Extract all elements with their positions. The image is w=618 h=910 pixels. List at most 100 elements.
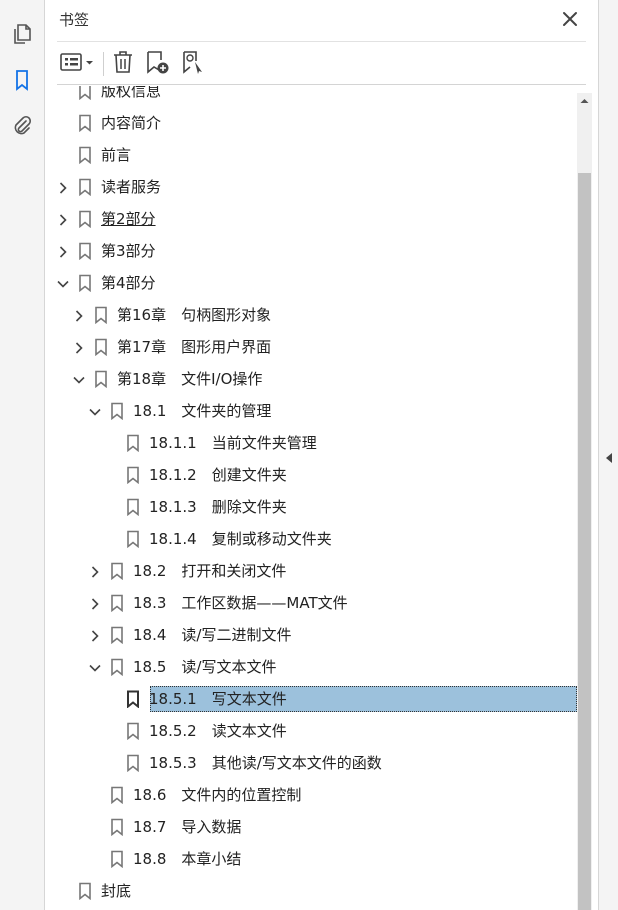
bookmark-icon (94, 370, 108, 389)
bookmark-label[interactable]: 18.6 文件内的位置控制 (133, 785, 301, 805)
bookmark-row[interactable]: 18.1.2 创建文件夹 (45, 459, 578, 491)
panel-collapse-strip (598, 0, 618, 910)
bookmark-from-selection-button[interactable] (181, 50, 207, 78)
bookmark-row[interactable]: 18.2 打开和关闭文件 (45, 555, 578, 587)
bookmark-row[interactable]: 18.1.3 删除文件夹 (45, 491, 578, 523)
bookmark-icon (78, 146, 92, 165)
bookmark-label[interactable]: 第18章 文件I/O操作 (117, 369, 262, 389)
bookmark-label[interactable]: 版权信息 (101, 86, 161, 101)
bookmark-label[interactable]: 18.4 读/写二进制文件 (133, 625, 291, 645)
bookmark-label[interactable]: 18.8 本章小结 (133, 849, 241, 869)
trash-icon (111, 48, 135, 80)
chevron-right-icon[interactable] (72, 340, 86, 354)
bookmark-label[interactable]: 第16章 句柄图形对象 (117, 305, 271, 325)
bookmark-tree: 版权信息内容简介前言读者服务第2部分第3部分第4部分第16章 句柄图形对象 第17… (45, 86, 578, 910)
bookmark-label[interactable]: 18.5.3 其他读/写文本文件的函数 (149, 753, 382, 773)
bookmark-row[interactable]: 18.1 文件夹的管理 (45, 395, 578, 427)
chevron-right-icon[interactable] (56, 244, 70, 258)
chevron-right-icon[interactable] (88, 596, 102, 610)
bookmark-icon (110, 850, 124, 869)
close-icon[interactable] (560, 9, 580, 29)
chevron-right-icon[interactable] (56, 180, 70, 194)
panel-title: 书签 (59, 11, 90, 29)
bookmark-label[interactable]: 内容简介 (101, 113, 161, 133)
bookmark-row[interactable]: 18.7 导入数据 (45, 811, 578, 843)
bookmark-row[interactable]: 18.5.3 其他读/写文本文件的函数 (45, 747, 578, 779)
bookmark-label[interactable]: 第2部分 (101, 209, 156, 229)
bookmark-row[interactable]: 18.6 文件内的位置控制 (45, 779, 578, 811)
bookmark-row[interactable]: 第18章 文件I/O操作 (45, 363, 578, 395)
bookmark-label[interactable]: 18.5 读/写文本文件 (133, 657, 276, 677)
bookmark-label[interactable]: 18.5.1 写文本文件 (149, 689, 287, 709)
bookmark-row[interactable]: 18.5.1 写文本文件 (45, 683, 578, 715)
bookmark-row[interactable]: 第4部分 (45, 267, 578, 299)
bookmark-row[interactable]: 读者服务 (45, 171, 578, 203)
bookmark-icon (78, 210, 92, 229)
pages-icon[interactable] (10, 22, 34, 46)
chevron-down-icon[interactable] (88, 404, 102, 418)
toolbar-divider (57, 84, 586, 85)
bookmark-row[interactable]: 版权信息 (45, 86, 578, 107)
bookmark-row[interactable]: 18.4 读/写二进制文件 (45, 619, 578, 651)
chevron-down-icon[interactable] (56, 276, 70, 290)
chevron-right-icon[interactable] (88, 564, 102, 578)
delete-bookmark-button[interactable] (111, 50, 135, 78)
bookmark-icon (126, 498, 140, 517)
bookmark-row[interactable]: 18.1.1 当前文件夹管理 (45, 427, 578, 459)
bookmark-label[interactable]: 18.7 导入数据 (133, 817, 241, 837)
bookmark-label[interactable]: 18.1.1 当前文件夹管理 (149, 433, 317, 453)
bookmark-icon (78, 114, 92, 133)
bookmark-label[interactable]: 18.3 工作区数据——MAT文件 (133, 593, 348, 613)
bookmark-from-selection-icon (181, 48, 207, 80)
bookmark-label[interactable]: 第4部分 (101, 273, 156, 293)
bookmark-label[interactable]: 18.1 文件夹的管理 (133, 401, 271, 421)
scrollbar-thumb[interactable] (578, 173, 591, 910)
bookmark-label[interactable]: 18.1.2 创建文件夹 (149, 465, 287, 485)
bookmark-row[interactable]: 18.5.2 读文本文件 (45, 715, 578, 747)
bookmark-label[interactable]: 封底 (101, 881, 131, 901)
chevron-down-icon[interactable] (88, 660, 102, 674)
bookmark-icon (126, 690, 140, 709)
bookmark-label[interactable]: 18.1.3 删除文件夹 (149, 497, 287, 517)
bookmark-label[interactable]: 第3部分 (101, 241, 156, 261)
bookmark-icon (126, 466, 140, 485)
bookmark-label[interactable]: 18.5.2 读文本文件 (149, 721, 287, 741)
bookmark-label[interactable]: 前言 (101, 145, 131, 165)
list-options-icon (59, 48, 97, 80)
bookmark-icon (78, 274, 92, 293)
bookmark-icon (110, 818, 124, 837)
chevron-right-icon[interactable] (56, 212, 70, 226)
bookmark-row[interactable]: 18.1.4 复制或移动文件夹 (45, 523, 578, 555)
bookmark-row[interactable]: 18.5 读/写文本文件 (45, 651, 578, 683)
bookmark-icon (110, 402, 124, 421)
bookmark-icon (78, 242, 92, 261)
bookmark-row[interactable]: 第2部分 (45, 203, 578, 235)
bookmark-row[interactable]: 内容简介 (45, 107, 578, 139)
bookmark-row[interactable]: 封底 (45, 875, 578, 907)
bookmark-row[interactable]: 第17章 图形用户界面 (45, 331, 578, 363)
collapse-panel-arrow-icon[interactable] (604, 450, 614, 464)
chevron-right-icon[interactable] (88, 628, 102, 642)
bookmark-icon (126, 434, 140, 453)
new-bookmark-button[interactable] (145, 50, 171, 78)
bookmark-label[interactable]: 18.1.4 复制或移动文件夹 (149, 529, 332, 549)
attachment-icon[interactable] (10, 114, 34, 138)
bookmark-label[interactable]: 读者服务 (101, 177, 161, 197)
bookmark-row[interactable]: 第3部分 (45, 235, 578, 267)
bookmark-label[interactable]: 18.2 打开和关闭文件 (133, 561, 286, 581)
bookmark-icon (110, 658, 124, 677)
bookmark-row[interactable]: 第16章 句柄图形对象 (45, 299, 578, 331)
bookmark-row[interactable]: 前言 (45, 139, 578, 171)
toolbar-separator (103, 52, 104, 76)
bookmark-row[interactable]: 18.8 本章小结 (45, 843, 578, 875)
header-divider (57, 41, 586, 42)
bookmark-icon[interactable] (10, 68, 34, 92)
chevron-right-icon[interactable] (72, 308, 86, 322)
scroll-up-button[interactable] (577, 93, 592, 109)
bookmark-label[interactable]: 第17章 图形用户界面 (117, 337, 271, 357)
options-menu-button[interactable] (59, 50, 97, 78)
bookmark-row[interactable]: 18.3 工作区数据——MAT文件 (45, 587, 578, 619)
vertical-scrollbar[interactable] (577, 93, 592, 910)
bookmark-icon (78, 86, 92, 101)
chevron-down-icon[interactable] (72, 372, 86, 386)
